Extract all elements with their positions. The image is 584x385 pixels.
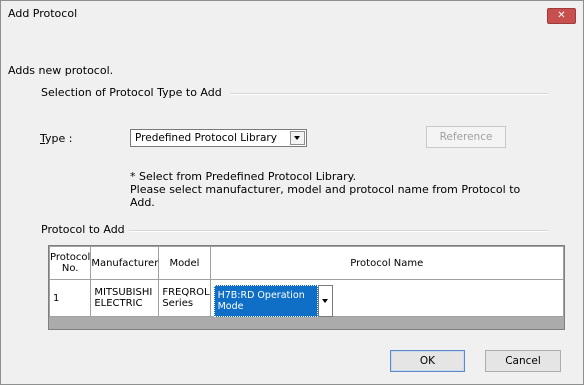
ok-button[interactable]: OK bbox=[390, 350, 465, 372]
reference-button-label: Reference bbox=[439, 131, 493, 143]
close-icon: ✕ bbox=[557, 10, 566, 21]
protocol-name-dropdown-button[interactable] bbox=[317, 285, 333, 317]
group-divider bbox=[122, 230, 548, 232]
cancel-button[interactable]: Cancel bbox=[485, 350, 561, 372]
type-dropdown[interactable]: Predefined Protocol Library bbox=[130, 129, 307, 147]
protocol-table: Protocol No. Manufacturer Model Protocol… bbox=[48, 246, 565, 317]
note-line-3: Add. bbox=[130, 196, 155, 209]
ok-button-label: OK bbox=[419, 355, 436, 367]
grid-scroll-area bbox=[49, 319, 564, 329]
type-dropdown-value: Predefined Protocol Library bbox=[135, 132, 277, 144]
table-header-row: Protocol No. Manufacturer Model Protocol… bbox=[48, 246, 565, 280]
selection-group-label: Selection of Protocol Type to Add bbox=[41, 86, 226, 99]
protocol-grid[interactable]: Protocol No. Manufacturer Model Protocol… bbox=[48, 245, 565, 330]
intro-text: Adds new protocol. bbox=[8, 64, 114, 77]
note-line-1: * Select from Predefined Protocol Librar… bbox=[130, 170, 357, 183]
cell-manufacturer[interactable]: MITSUBISHI ELECTRIC bbox=[90, 279, 160, 317]
add-protocol-dialog: Add Protocol ✕ Adds new protocol. Select… bbox=[0, 0, 584, 385]
type-label-rest: ype : bbox=[45, 132, 73, 145]
column-header-protocol-no: Protocol No. bbox=[48, 246, 92, 280]
column-header-model: Model bbox=[158, 246, 211, 280]
dialog-body: Adds new protocol. Selection of Protocol… bbox=[8, 28, 576, 377]
reference-button[interactable]: Reference bbox=[426, 126, 506, 148]
column-header-manufacturer: Manufacturer bbox=[90, 246, 160, 280]
note-line-2: Please select manufacturer, model and pr… bbox=[130, 183, 521, 196]
chevron-down-icon bbox=[294, 136, 300, 140]
table-row[interactable]: 1 MITSUBISHI ELECTRIC FREQROL Series H7B… bbox=[48, 279, 565, 317]
cell-protocol-name[interactable]: H7B:RD Operation Mode bbox=[209, 279, 565, 317]
title-bar: Add Protocol ✕ bbox=[1, 1, 583, 27]
cancel-button-label: Cancel bbox=[505, 355, 541, 367]
protocol-name-value: H7B:RD Operation Mode bbox=[217, 290, 305, 312]
protocol-name-dropdown[interactable]: H7B:RD Operation Mode bbox=[213, 285, 318, 317]
type-dropdown-button[interactable] bbox=[290, 131, 305, 145]
cell-model[interactable]: FREQROL Series bbox=[158, 279, 211, 317]
close-button[interactable]: ✕ bbox=[547, 8, 576, 24]
protocol-group-label: Protocol to Add bbox=[41, 223, 129, 236]
cell-protocol-no[interactable]: 1 bbox=[48, 279, 92, 317]
column-header-protocol-name: Protocol Name bbox=[209, 246, 565, 280]
chevron-down-icon bbox=[321, 299, 328, 303]
group-divider bbox=[230, 93, 548, 95]
type-label: Type : bbox=[40, 132, 73, 145]
window-title: Add Protocol bbox=[8, 7, 78, 20]
